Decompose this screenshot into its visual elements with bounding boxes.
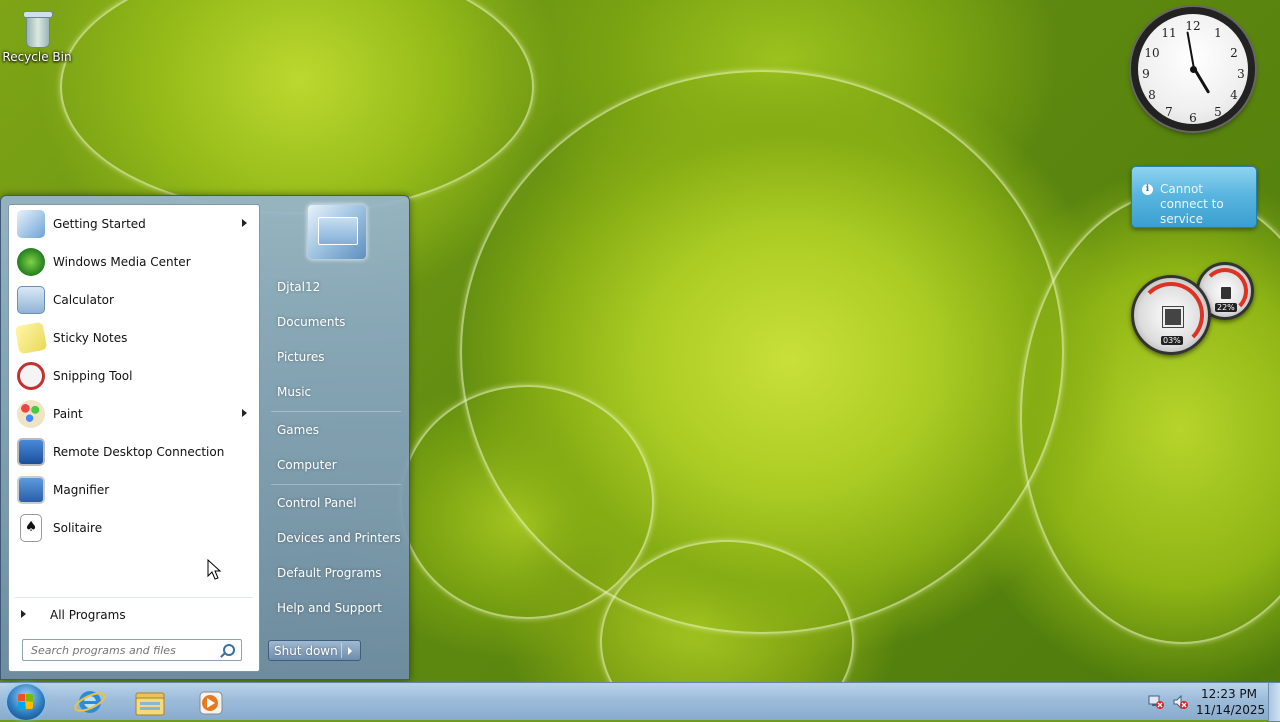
leaf-rim [1020,190,1280,644]
recycle-bin-label: Recycle Bin [2,50,72,64]
getting-started-icon [17,210,45,238]
taskbar-windows-explorer[interactable] [124,685,176,719]
taskbar-time: 12:23 PM [1201,687,1257,701]
solitaire-icon: ♠ [20,514,42,542]
program-label: Snipping Tool [53,369,133,383]
taskbar-clock[interactable]: 12:23 PM 11/14/2025 [1196,686,1266,718]
link-default-programs[interactable]: Default Programs [277,563,402,583]
divider [341,643,342,658]
search-box[interactable] [22,639,242,661]
search-input[interactable] [23,640,221,660]
leaf-rim [60,0,534,214]
program-paint[interactable]: Paint [13,397,257,431]
link-music[interactable]: Music [277,382,402,402]
programs-pane: Getting Started Windows Media Center Cal… [8,204,260,672]
program-sticky-notes[interactable]: Sticky Notes [13,321,257,355]
paint-icon [17,400,45,428]
clock-number: 9 [1142,67,1150,81]
taskbar-internet-explorer[interactable] [64,685,116,719]
network-error-icon[interactable] [1148,694,1164,710]
divider [15,597,253,598]
divider [271,411,401,412]
link-help-and-support[interactable]: Help and Support [277,598,402,618]
program-label: Remote Desktop Connection [53,445,225,459]
program-label: Calculator [53,293,114,307]
info-icon: i [1142,184,1153,195]
search-icon[interactable] [223,644,235,656]
submenu-arrow-icon[interactable] [242,409,247,417]
weather-gadget[interactable]: i Cannot connect to service [1131,166,1257,228]
program-label: Windows Media Center [53,255,191,269]
link-games[interactable]: Games [277,420,402,440]
clock-number: 5 [1214,105,1222,119]
recycle-bin-icon [20,8,54,48]
memory-readout: 22% [1215,303,1237,312]
sticky-notes-icon [14,321,48,355]
calculator-icon [17,286,45,314]
divider [271,484,401,485]
cpu-readout: 03% [1161,336,1183,345]
show-desktop-button[interactable] [1268,683,1280,721]
taskbar-media-player[interactable] [184,685,236,719]
link-devices-and-printers[interactable]: Devices and Printers [277,528,402,548]
link-documents[interactable]: Documents [277,312,402,332]
program-remote-desktop[interactable]: Remote Desktop Connection [13,435,257,469]
program-getting-started[interactable]: Getting Started [13,207,257,241]
recycle-bin-shortcut[interactable]: Recycle Bin [2,8,72,64]
clock-number: 3 [1237,67,1245,81]
leaf-rim [400,385,654,619]
program-label: Solitaire [53,521,103,535]
program-label: Magnifier [53,483,110,497]
clock-number: 6 [1189,111,1197,125]
shutdown-options-arrow-icon[interactable] [348,647,352,655]
clock-number: 1 [1214,26,1222,40]
weather-message: Cannot connect to service [1160,182,1224,226]
clock-number: 11 [1161,26,1177,40]
chevron-right-icon [21,610,26,618]
clock-number: 10 [1144,46,1160,60]
clock-number: 4 [1230,88,1238,102]
program-snipping-tool[interactable]: Snipping Tool [13,359,257,393]
submenu-arrow-icon[interactable] [242,219,247,227]
taskbar-date: 11/14/2025 [1196,703,1266,717]
media-player-icon [199,691,223,715]
mouse-cursor-icon [207,558,222,580]
shutdown-label: Shut down [274,644,338,658]
media-center-icon [17,248,45,276]
link-user-folder[interactable]: Djtal12 [277,277,402,297]
clock-minute-hand [1186,31,1195,70]
start-menu: Getting Started Windows Media Center Cal… [0,195,410,680]
clock-number: 2 [1230,46,1238,60]
all-programs-label: All Programs [50,608,126,622]
volume-muted-icon[interactable] [1172,694,1188,710]
windows-explorer-icon [135,692,165,716]
start-button[interactable] [7,684,45,720]
cpu-meter-gadget[interactable]: 03% [1131,275,1211,355]
link-control-panel[interactable]: Control Panel [277,493,402,513]
clock-number: 7 [1165,105,1173,119]
snipping-tool-icon [17,362,45,390]
internet-explorer-icon [74,691,106,713]
remote-desktop-icon [17,438,45,466]
clock-number: 8 [1148,88,1156,102]
shutdown-button[interactable]: Shut down [268,640,361,661]
clock-gadget[interactable]: 12 1 2 3 4 5 6 7 8 9 10 11 [1131,7,1255,131]
taskbar: 12:23 PM 11/14/2025 [0,682,1280,721]
program-windows-media-center[interactable]: Windows Media Center [13,245,257,279]
magnifier-icon [17,476,45,504]
program-calculator[interactable]: Calculator [13,283,257,317]
link-computer[interactable]: Computer [277,455,402,475]
memory-chip-icon [1221,287,1231,299]
program-label: Getting Started [53,217,146,231]
program-magnifier[interactable]: Magnifier [13,473,257,507]
program-solitaire[interactable]: ♠ Solitaire [13,511,257,545]
user-picture[interactable] [307,204,367,260]
clock-center [1190,66,1197,73]
windows-logo-icon [18,694,34,710]
cpu-chip-icon [1163,307,1183,327]
program-label: Paint [53,407,83,421]
all-programs-button[interactable]: All Programs [15,603,253,627]
program-label: Sticky Notes [53,331,128,345]
link-pictures[interactable]: Pictures [277,347,402,367]
